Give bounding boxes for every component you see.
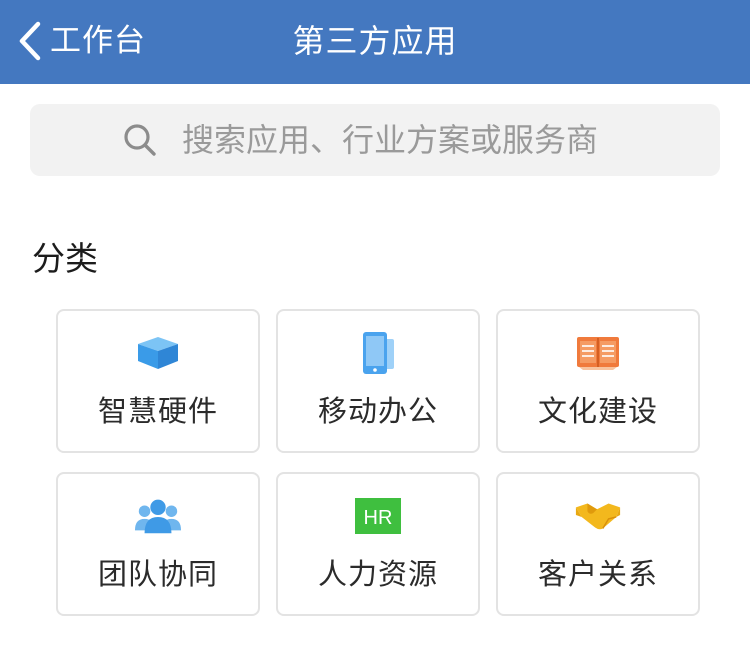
hr-icon-text: HR [364, 507, 393, 529]
category-card-customer-relations[interactable]: 客户关系 [496, 472, 700, 616]
category-grid: 智慧硬件 移动办公 文化建设 团队协同 HR 人力资源 客户关系 [56, 309, 700, 616]
search-icon [124, 124, 156, 156]
mobile-devices-icon [354, 331, 402, 375]
category-card-smart-hardware[interactable]: 智慧硬件 [56, 309, 260, 453]
search-bar[interactable] [30, 104, 720, 176]
category-card-team[interactable]: 团队协同 [56, 472, 260, 616]
category-label: 人力资源 [317, 557, 438, 591]
page-title: 第三方应用 [292, 22, 458, 60]
category-card-mobile-office[interactable]: 移动办公 [276, 309, 480, 453]
category-label: 智慧硬件 [97, 394, 218, 428]
team-icon [134, 494, 182, 538]
top-navigation-bar: 工作台 第三方应用 [0, 0, 750, 84]
cube-icon [134, 331, 182, 375]
category-label: 团队协同 [97, 557, 218, 591]
category-label: 移动办公 [317, 394, 438, 428]
handshake-icon [574, 494, 622, 538]
hr-icon: HR [354, 494, 402, 538]
category-label: 客户关系 [537, 557, 658, 591]
category-card-hr[interactable]: HR 人力资源 [276, 472, 480, 616]
category-card-culture[interactable]: 文化建设 [496, 309, 700, 453]
open-book-icon [574, 331, 622, 375]
category-label: 文化建设 [537, 394, 658, 428]
category-title: 分类 [32, 239, 98, 278]
search-input[interactable] [182, 116, 700, 164]
